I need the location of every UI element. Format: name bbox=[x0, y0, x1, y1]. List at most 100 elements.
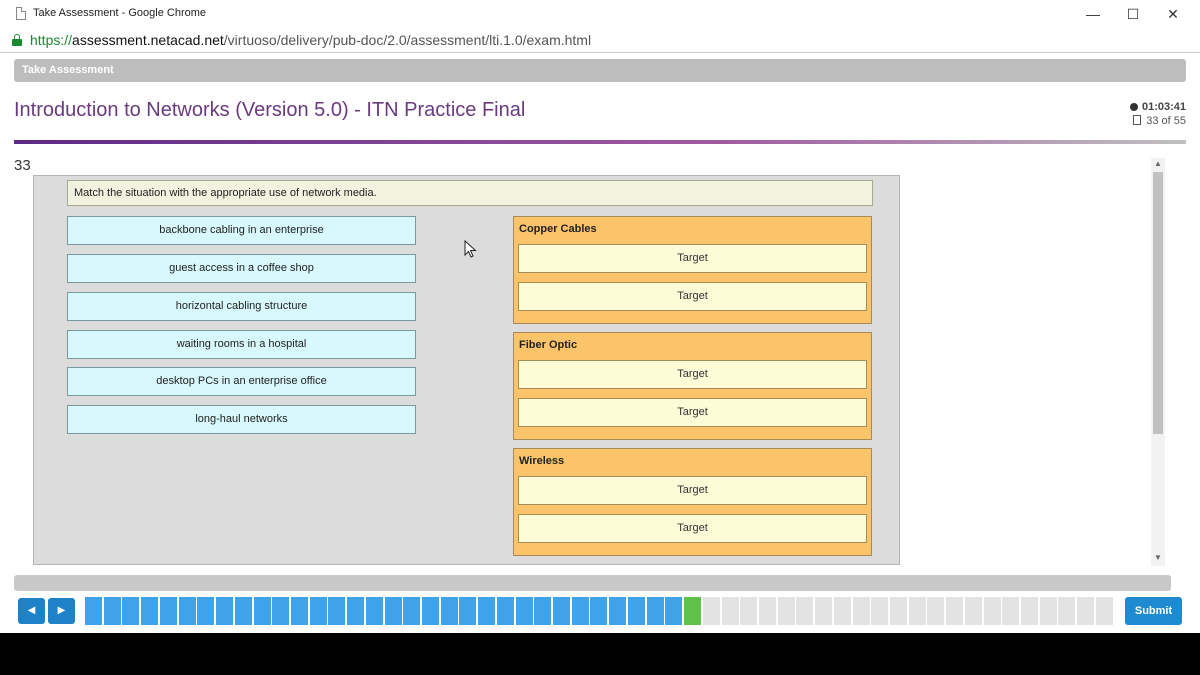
question-progress-cell[interactable] bbox=[141, 597, 159, 625]
question-progress-cell[interactable] bbox=[384, 597, 402, 625]
question-progress-cell[interactable] bbox=[253, 597, 271, 625]
header-bar: Take Assessment bbox=[14, 59, 1186, 82]
question-progress-cell[interactable] bbox=[290, 597, 308, 625]
question-progress-cell[interactable] bbox=[590, 597, 608, 625]
question-progress-cell[interactable] bbox=[927, 597, 945, 625]
group-copper-cables: Copper Cables Target Target bbox=[513, 216, 872, 324]
document-icon bbox=[1133, 115, 1142, 125]
browser-window: Take Assessment - Google Chrome — ☐ ✕ ht… bbox=[0, 0, 1200, 633]
url-text[interactable]: https://assessment.netacad.net/virtuoso/… bbox=[30, 32, 591, 48]
drop-target[interactable]: Target bbox=[518, 360, 867, 389]
address-bar[interactable]: https://assessment.netacad.net/virtuoso/… bbox=[0, 28, 1200, 53]
progress-text: 33 of 55 bbox=[1146, 115, 1186, 127]
group-wireless: Wireless Target Target bbox=[513, 448, 872, 556]
title-divider bbox=[14, 140, 1186, 144]
question-progress-cell[interactable] bbox=[815, 597, 833, 625]
question-progress-cell[interactable] bbox=[758, 597, 776, 625]
question-progress-cell[interactable] bbox=[422, 597, 439, 625]
drag-item-backbone[interactable]: backbone cabling in an enterprise bbox=[67, 216, 416, 245]
minimize-button[interactable]: — bbox=[1078, 4, 1108, 24]
previous-button[interactable]: ◀ bbox=[18, 598, 45, 624]
question-progress-cell[interactable] bbox=[684, 597, 701, 625]
submit-button[interactable]: Submit bbox=[1125, 597, 1182, 625]
header-label: Take Assessment bbox=[22, 64, 114, 76]
question-progress-cell[interactable] bbox=[440, 597, 458, 625]
mouse-cursor-icon bbox=[464, 240, 477, 258]
scrollbar[interactable]: ▲ ▼ bbox=[1151, 158, 1165, 566]
question-progress-cell[interactable] bbox=[627, 597, 645, 625]
scroll-down-icon[interactable]: ▼ bbox=[1154, 553, 1162, 562]
question-progress-cell[interactable] bbox=[1058, 597, 1076, 625]
question-progress-cell[interactable] bbox=[234, 597, 252, 625]
scroll-thumb[interactable] bbox=[1153, 172, 1163, 434]
question-progress-cell[interactable] bbox=[571, 597, 589, 625]
page-icon bbox=[16, 7, 26, 20]
question-progress-cell[interactable] bbox=[871, 597, 889, 625]
question-progress-cell[interactable] bbox=[609, 597, 627, 625]
question-progress-cell[interactable] bbox=[159, 597, 177, 625]
question-progress-cell[interactable] bbox=[721, 597, 739, 625]
question-progress-cell[interactable] bbox=[515, 597, 533, 625]
question-progress-cell[interactable] bbox=[796, 597, 814, 625]
question-progress-cell[interactable] bbox=[1039, 597, 1057, 625]
question-progress-cell[interactable] bbox=[216, 597, 233, 625]
question-progress-cell[interactable] bbox=[496, 597, 514, 625]
timer: 01:03:41 bbox=[1129, 101, 1186, 113]
question-progress-cell[interactable] bbox=[309, 597, 327, 625]
question-progress-cell[interactable] bbox=[1077, 597, 1095, 625]
scroll-up-icon[interactable]: ▲ bbox=[1154, 159, 1162, 168]
clock-icon bbox=[1129, 103, 1138, 111]
question-progress-cell[interactable] bbox=[646, 597, 664, 625]
question-progress-cell[interactable] bbox=[103, 597, 121, 625]
question-progress-cell[interactable] bbox=[328, 597, 346, 625]
question-progress-cell[interactable] bbox=[740, 597, 758, 625]
question-progress-cell[interactable] bbox=[983, 597, 1001, 625]
question-progress-cell[interactable] bbox=[365, 597, 383, 625]
exam-title: Introduction to Networks (Version 5.0) -… bbox=[14, 99, 526, 121]
question-progress-cell[interactable] bbox=[197, 597, 215, 625]
question-progress-cell[interactable] bbox=[964, 597, 982, 625]
question-progress-cell[interactable] bbox=[908, 597, 926, 625]
maximize-button[interactable]: ☐ bbox=[1118, 4, 1148, 24]
timer-value: 01:03:41 bbox=[1141, 101, 1186, 113]
question-progress-cell[interactable] bbox=[1095, 597, 1113, 625]
drag-item-desktop-pcs[interactable]: desktop PCs in an enterprise office bbox=[67, 367, 416, 396]
group-title: Copper Cables bbox=[519, 223, 597, 235]
drag-item-horizontal-cabling[interactable]: horizontal cabling structure bbox=[67, 292, 416, 321]
close-button[interactable]: ✕ bbox=[1158, 4, 1188, 24]
bottom-status-bar bbox=[14, 575, 1171, 591]
question-progress-cell[interactable] bbox=[85, 597, 102, 625]
title-bar: Take Assessment - Google Chrome — ☐ ✕ bbox=[0, 0, 1200, 28]
question-progress-cell[interactable] bbox=[852, 597, 870, 625]
drag-item-long-haul[interactable]: long-haul networks bbox=[67, 405, 416, 434]
question-progress-cell[interactable] bbox=[272, 597, 290, 625]
next-button[interactable]: ▶ bbox=[48, 598, 75, 624]
question-progress-cell[interactable] bbox=[178, 597, 196, 625]
drop-target[interactable]: Target bbox=[518, 244, 867, 273]
question-progress-cell[interactable] bbox=[665, 597, 683, 625]
question-progress-cell[interactable] bbox=[946, 597, 964, 625]
question-progress-cell[interactable] bbox=[702, 597, 720, 625]
question-prompt: Match the situation with the appropriate… bbox=[67, 180, 873, 206]
question-progress-cell[interactable] bbox=[347, 597, 365, 625]
question-progress-cell[interactable] bbox=[122, 597, 140, 625]
drop-target[interactable]: Target bbox=[518, 514, 867, 543]
question-progress-cell[interactable] bbox=[890, 597, 907, 625]
question-progress-cell[interactable] bbox=[403, 597, 421, 625]
question-progress-cell[interactable] bbox=[478, 597, 496, 625]
drop-target[interactable]: Target bbox=[518, 476, 867, 505]
drag-item-waiting-rooms[interactable]: waiting rooms in a hospital bbox=[67, 330, 416, 359]
drop-target[interactable]: Target bbox=[518, 282, 867, 311]
question-progress-cell[interactable] bbox=[833, 597, 851, 625]
question-progress-cell[interactable] bbox=[459, 597, 477, 625]
question-progress-cell[interactable] bbox=[553, 597, 570, 625]
drop-target[interactable]: Target bbox=[518, 398, 867, 427]
question-progress-cell[interactable] bbox=[777, 597, 795, 625]
drag-item-guest-access[interactable]: guest access in a coffee shop bbox=[67, 254, 416, 283]
question-progress-cell[interactable] bbox=[534, 597, 552, 625]
question-progress-cell[interactable] bbox=[1002, 597, 1020, 625]
question-progress-cell[interactable] bbox=[1021, 597, 1038, 625]
question-progress: 33 of 55 bbox=[1133, 115, 1186, 127]
group-fiber-optic: Fiber Optic Target Target bbox=[513, 332, 872, 440]
group-title: Wireless bbox=[519, 455, 565, 467]
